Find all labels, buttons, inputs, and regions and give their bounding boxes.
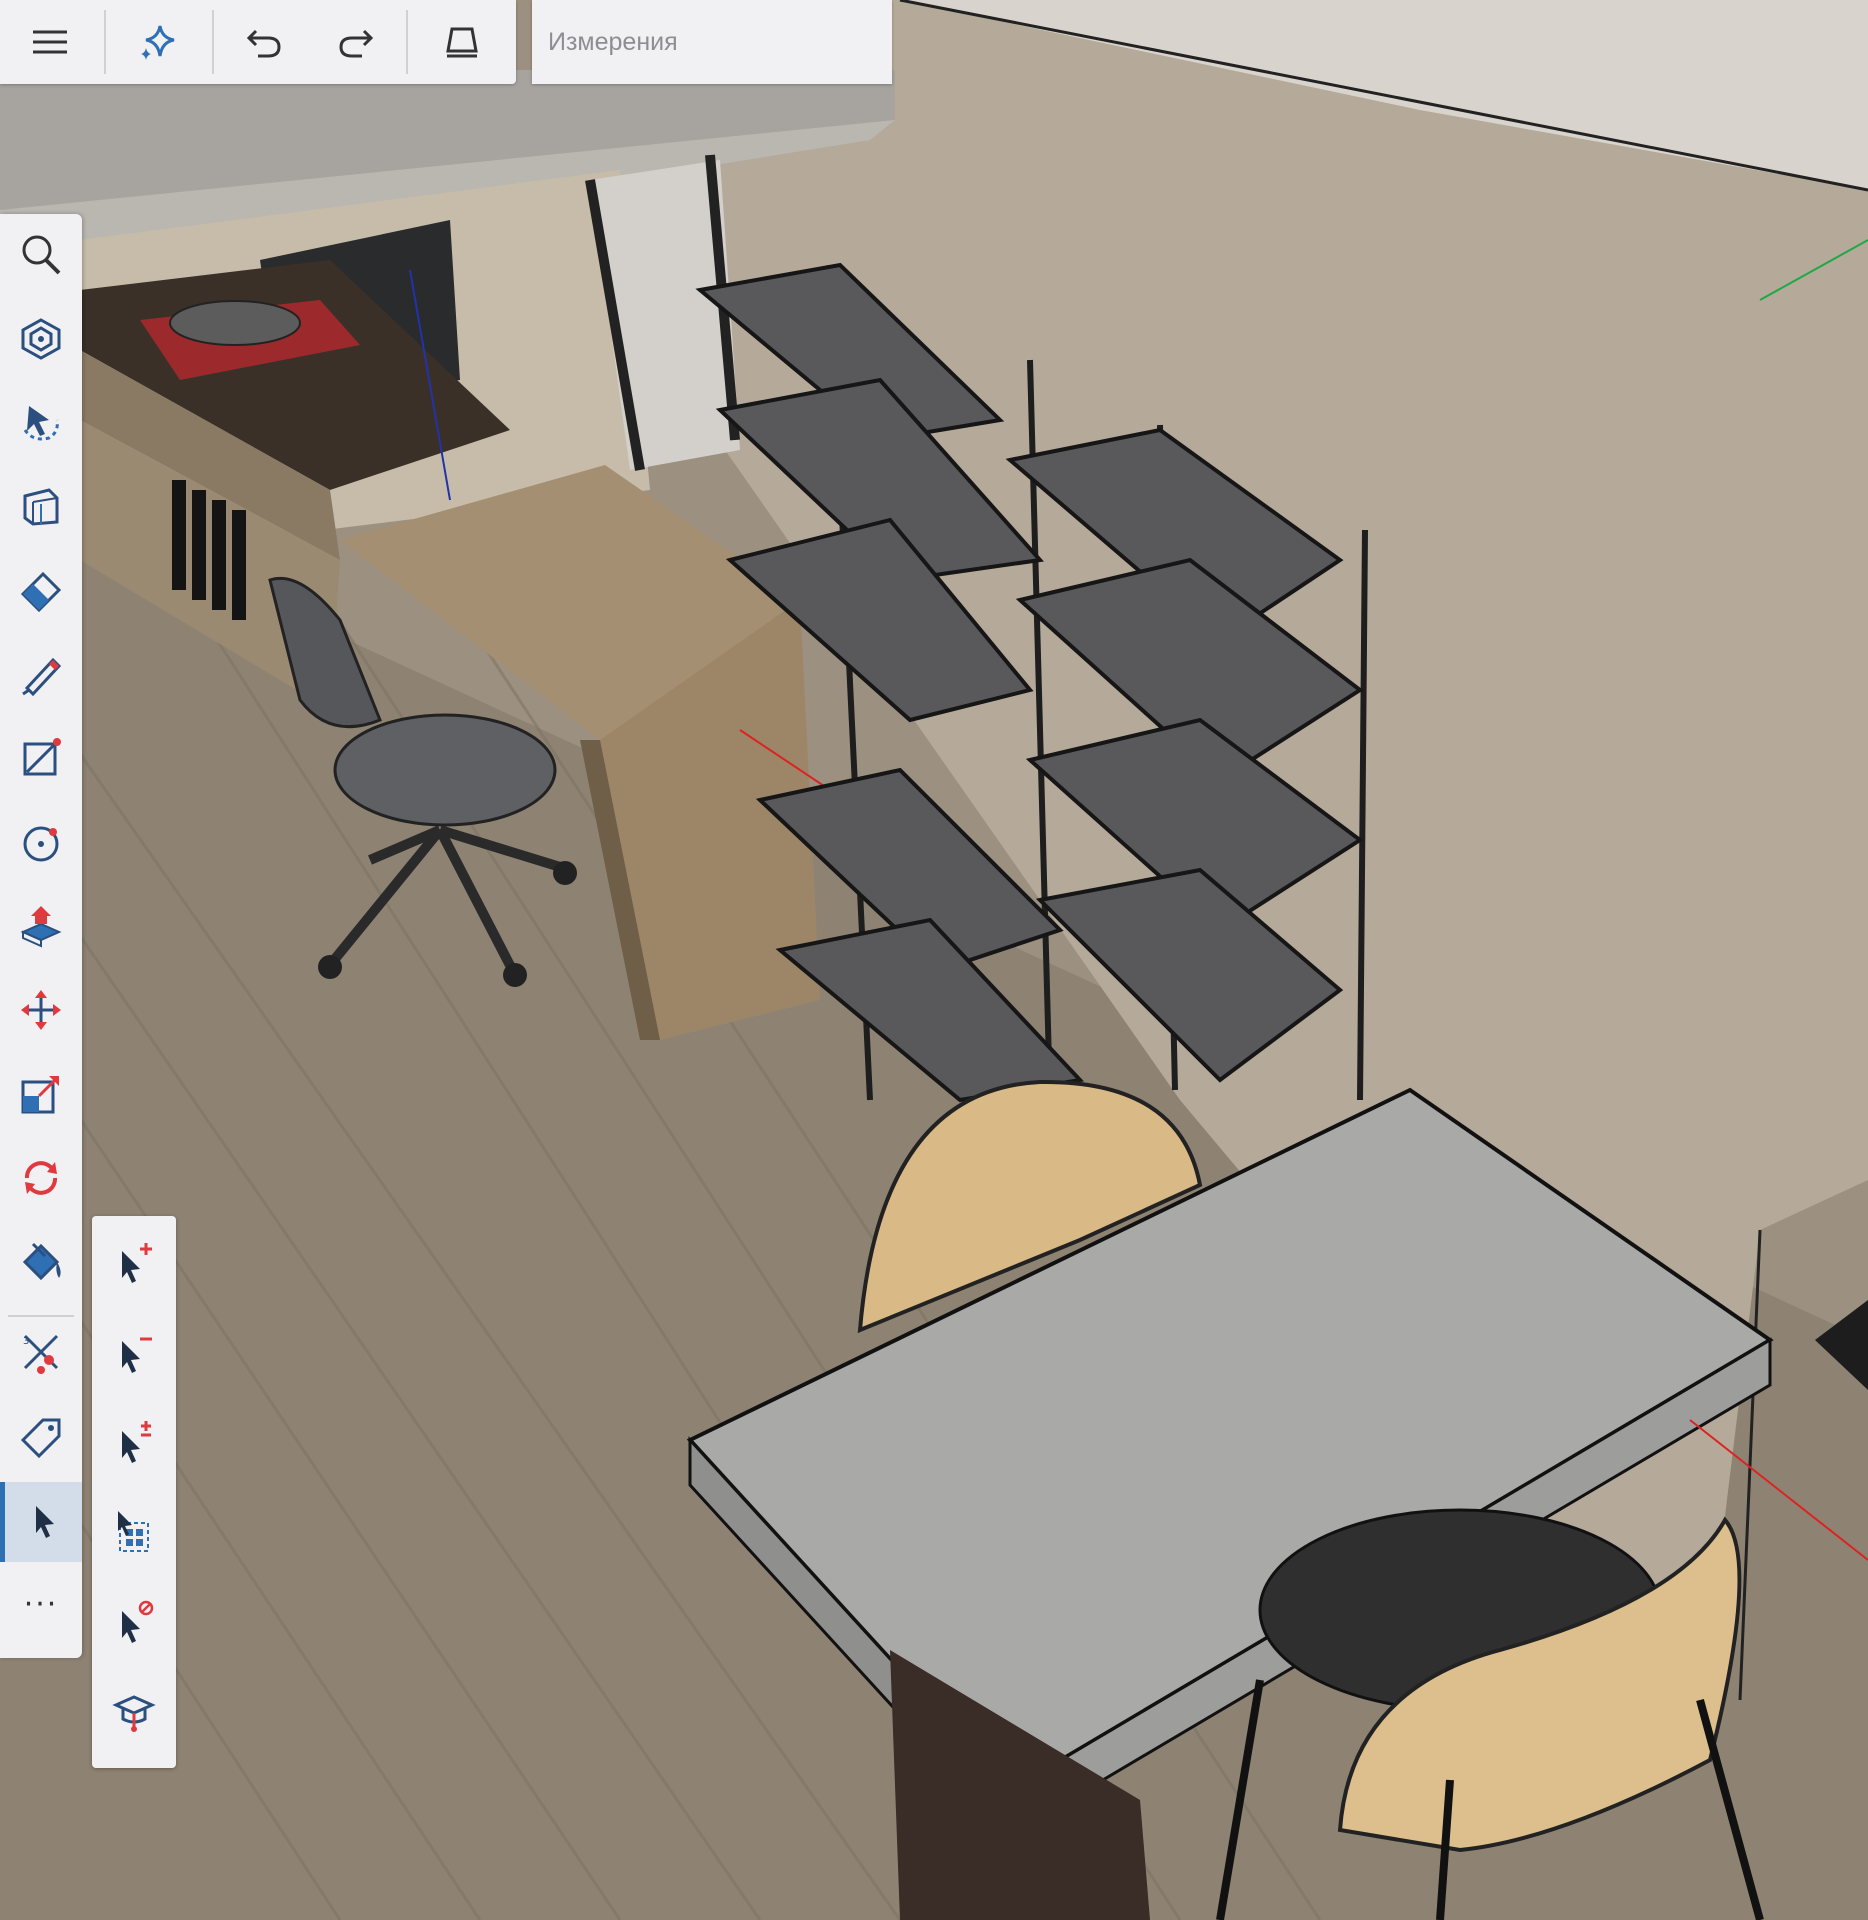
select-none-icon [122,1600,154,1643]
pencil-tool[interactable] [0,634,82,714]
menu-button[interactable] [0,0,100,84]
svg-text:3: 3 [23,1336,29,1347]
paint-bucket-icon [22,1242,61,1281]
circle-tool-icon [23,826,59,862]
line-tool-icon [23,738,61,776]
redo-icon [339,29,374,58]
select-toggle-icon [122,1421,151,1463]
select-none-button[interactable] [92,1576,176,1666]
select-add-icon [122,1243,152,1283]
search-tool[interactable] [0,214,82,294]
select-all-icon [118,1511,149,1552]
select-subtract-button[interactable] [92,1306,176,1396]
push-pull-tool[interactable] [0,886,82,966]
select-toggle-button[interactable] [92,1396,176,1486]
measurements-box[interactable] [532,0,892,84]
tape-measure-tool[interactable]: 3 [0,1312,82,1392]
component-icon [21,318,61,360]
orbit-tool[interactable] [0,382,82,462]
undo-icon [246,29,281,58]
measurements-input[interactable] [532,0,892,84]
graduation-cap-icon [112,1695,156,1732]
rotate-tool[interactable] [0,1138,82,1218]
eraser-icon [20,571,62,612]
hamburger-menu-icon [33,30,67,54]
display-mode-icon [446,27,478,58]
undo-button[interactable] [214,0,314,84]
paint-tool[interactable] [0,1222,82,1302]
sparkle-icon [141,25,175,60]
tool-palette: 3 ··· [0,214,82,1658]
select-tool[interactable] [0,1482,82,1562]
display-mode-button[interactable] [412,0,512,84]
rotate-icon [25,1161,57,1195]
orbit-icon [23,406,59,441]
learn-button[interactable] [92,1666,176,1756]
top-toolbar [0,0,516,84]
move-icon [21,990,61,1030]
select-add-button[interactable] [92,1216,176,1306]
section-box-icon [23,488,59,526]
tag-icon [20,1418,61,1459]
section-tool[interactable] [0,466,82,546]
select-mode-palette [92,1216,176,1768]
more-tools-button[interactable]: ··· [0,1564,82,1644]
redo-button[interactable] [306,0,406,84]
select-all-button[interactable] [92,1486,176,1576]
eraser-tool[interactable] [0,550,82,630]
components-tool[interactable] [0,299,82,379]
more-label: ··· [23,1586,59,1622]
push-pull-icon [20,906,62,948]
line-tool[interactable] [0,718,82,798]
tape-measure-icon: 3 [23,1334,59,1374]
scale-icon [21,1076,59,1114]
move-tool[interactable] [0,970,82,1050]
select-subtract-icon [122,1337,152,1373]
scene-drawing [0,0,1868,1920]
ai-assistant-button[interactable] [108,0,208,84]
scale-tool[interactable] [0,1054,82,1134]
tag-tool[interactable] [0,1398,82,1478]
select-arrow-icon [35,1506,54,1538]
model-viewport[interactable] [0,0,1868,1920]
pencil-icon [22,657,62,696]
magnifier-icon [22,235,61,275]
circle-tool[interactable] [0,802,82,882]
